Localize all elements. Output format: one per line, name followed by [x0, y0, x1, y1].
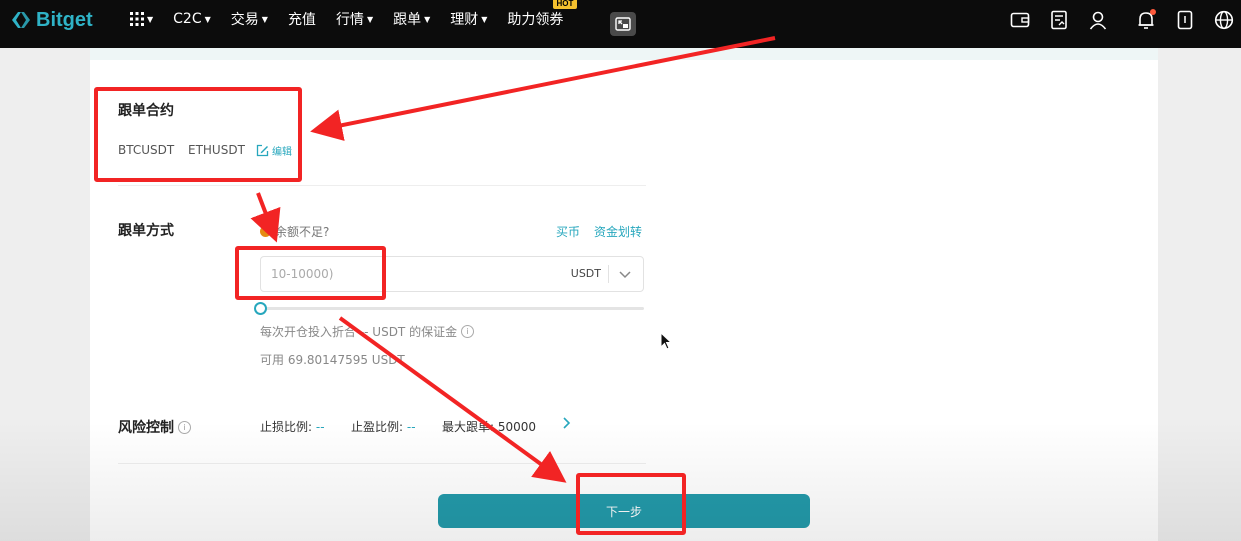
nav-earn-label: 理财: [450, 12, 479, 28]
info-icon[interactable]: i: [178, 420, 191, 434]
available-balance: 可用 69.80147595 USDT: [260, 353, 405, 367]
notification-dot: [1150, 9, 1156, 15]
edit-contracts-link[interactable]: 编辑: [256, 143, 292, 158]
nav-c2c-label: C2C: [173, 11, 202, 27]
chevron-down-icon: ▼: [424, 14, 431, 24]
warning-icon: [260, 226, 271, 237]
nav-copy-trading[interactable]: 跟单 ▼: [393, 9, 430, 29]
globe-icon[interactable]: [1213, 9, 1235, 31]
apps-grid-menu[interactable]: ▼: [130, 12, 153, 26]
margin-hint: 每次开仓投入折合 -- USDT 的保证金 i: [260, 323, 475, 340]
picture-in-picture-button[interactable]: [610, 12, 636, 36]
copy-mode-title: 跟单方式: [118, 223, 174, 239]
edit-label: 编辑: [272, 147, 292, 158]
nav-trade[interactable]: 交易 ▼: [231, 9, 268, 29]
nav-earn[interactable]: 理财 ▼: [450, 9, 487, 29]
nav-c2c[interactable]: C2C ▼: [173, 11, 211, 27]
header-icon-group: [992, 9, 1235, 31]
hot-badge: HOT: [552, 0, 578, 9]
edit-icon: [256, 144, 269, 157]
user-icon[interactable]: [1087, 9, 1109, 31]
chevron-down-icon: ▼: [204, 14, 211, 24]
bitget-logo[interactable]: Bitget: [10, 8, 93, 32]
nav-copy-trading-label: 跟单: [393, 12, 422, 28]
pair-ethusdt: ETHUSDT: [188, 143, 245, 157]
risk-control-title: 风险控制 i: [118, 417, 191, 437]
section-divider: [118, 185, 646, 186]
nav-markets[interactable]: 行情 ▼: [336, 9, 373, 29]
nav-deposit[interactable]: 充值: [288, 9, 316, 29]
orders-icon[interactable]: [1048, 9, 1070, 31]
amount-slider-track[interactable]: [260, 307, 644, 310]
pair-btcusdt: BTCUSDT: [118, 143, 175, 157]
stop-loss-ratio: 止损比例: --: [260, 418, 325, 435]
nav-coupons-label: 助力领券: [507, 12, 564, 28]
chevron-down-icon[interactable]: [617, 266, 633, 282]
risk-control-title-text: 风险控制: [118, 420, 174, 436]
chevron-down-icon: ▼: [366, 14, 374, 24]
amount-slider-handle[interactable]: [254, 302, 267, 315]
max-copy-label: 最大跟单:: [442, 420, 495, 434]
chevron-right-icon[interactable]: [560, 415, 574, 431]
stop-loss-value: --: [315, 420, 325, 434]
max-copy-amount: 最大跟单: 50000: [442, 418, 536, 435]
balance-warning: 余额不足?: [260, 223, 329, 240]
currency-unit: USDT: [570, 267, 601, 280]
copy-contracts-title: 跟单合约: [118, 103, 174, 119]
nav-markets-label: 行情: [335, 12, 364, 28]
take-profit-label: 止盈比例:: [351, 420, 404, 434]
take-profit-value: --: [406, 420, 416, 434]
nav-coupons[interactable]: 助力领券 HOT: [507, 0, 578, 29]
balance-warning-text: 余额不足?: [275, 225, 330, 239]
copy-trade-settings-card: 跟单合约 BTCUSDT ETHUSDT 编辑 跟单方式 余额不足? 买币 资金…: [90, 48, 1158, 541]
logo-text: Bitget: [36, 8, 93, 31]
card-top-strip: [90, 48, 1158, 60]
main-nav: ▼ C2C ▼ 交易 ▼ 充值 行情 ▼ 跟单 ▼ 理财 ▼ 助力领券 HOT: [130, 0, 583, 29]
nav-deposit-label: 充值: [287, 12, 316, 28]
unit-separator: [608, 265, 609, 283]
copy-amount-field: USDT: [260, 256, 644, 292]
nav-trade-label: 交易: [230, 12, 259, 28]
fund-transfer-link[interactable]: 资金划转: [594, 223, 642, 240]
max-copy-value: 50000: [497, 420, 537, 434]
section-divider: [118, 463, 646, 464]
bitget-logo-icon: [12, 12, 30, 28]
take-profit-ratio: 止盈比例: --: [351, 418, 416, 435]
exit-pip-icon: [615, 17, 631, 31]
chevron-down-icon: ▼: [481, 14, 488, 24]
buy-crypto-link[interactable]: 买币: [556, 223, 580, 240]
stop-loss-label: 止损比例:: [260, 420, 313, 434]
next-step-button[interactable]: 下一步: [438, 494, 810, 528]
top-nav-bar: Bitget ▼ C2C ▼ 交易 ▼ 充值 行情 ▼ 跟单 ▼ 理财 ▼ 助力领券 HOT: [0, 0, 1241, 48]
margin-hint-text: 每次开仓投入折合 -- USDT 的保证金: [260, 325, 458, 339]
wallet-icon[interactable]: [1009, 9, 1031, 31]
info-icon[interactable]: i: [461, 325, 475, 338]
copy-amount-input[interactable]: [271, 265, 521, 283]
mouse-cursor-icon: [660, 332, 672, 350]
chevron-down-icon: ▼: [147, 14, 154, 24]
grid-icon: [130, 12, 144, 26]
chevron-down-icon: ▼: [261, 14, 268, 24]
bell-icon[interactable]: [1135, 9, 1157, 31]
download-icon[interactable]: [1174, 9, 1196, 31]
